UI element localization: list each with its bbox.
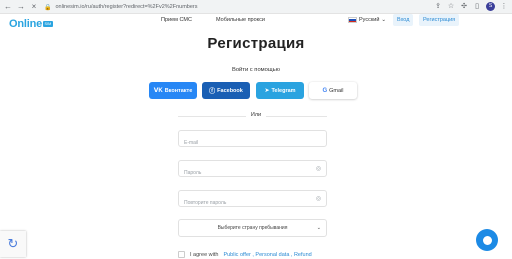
nav-receive-sms[interactable]: Прием СМС xyxy=(161,17,192,23)
facebook-label: Facebook xyxy=(217,87,243,94)
chevron-down-icon: ⌄ xyxy=(316,225,321,231)
sidebar-icon[interactable]: ▯ xyxy=(473,2,481,11)
gmail-label: Gmail xyxy=(329,87,344,94)
forward-icon[interactable]: → xyxy=(16,2,26,12)
browser-toolbar: ← → × 🔒 onlinesim.io/ru/auth/register?re… xyxy=(0,0,512,14)
language-selector[interactable]: Русский ⌄ xyxy=(348,17,386,23)
repeat-password-input[interactable] xyxy=(179,195,326,211)
eye-slash-icon[interactable]: ◎ xyxy=(316,195,321,202)
telegram-icon: ➤ xyxy=(264,88,270,94)
recaptcha-badge[interactable]: ↻ xyxy=(0,231,26,257)
logo-text: Online xyxy=(9,18,43,30)
telegram-button[interactable]: ➤ Telegram xyxy=(256,82,304,99)
language-label: Русский xyxy=(359,17,380,23)
share-icon[interactable]: ⇪ xyxy=(434,2,442,11)
gmail-button[interactable]: G Gmail xyxy=(309,82,357,99)
agree-text: I agree with xyxy=(190,251,219,258)
login-with-label: Войти с помощью xyxy=(231,67,281,73)
menu-icon[interactable]: ⋮ xyxy=(500,2,508,11)
vk-label: Вконтакте xyxy=(164,87,193,94)
register-button[interactable]: Регистрация xyxy=(419,14,460,26)
agreement-row: I agree with Public offer , Personal dat… xyxy=(178,251,312,258)
vk-button[interactable]: ᐯK Вконтакте xyxy=(149,82,197,99)
agree-links[interactable]: Public offer , Personal data , Refund xyxy=(223,252,311,258)
password-input[interactable] xyxy=(179,165,326,181)
profile-icon[interactable]: S xyxy=(486,2,495,11)
email-input[interactable] xyxy=(179,135,326,151)
repeat-password-field[interactable]: ◎ xyxy=(178,190,327,211)
lock-icon[interactable]: 🔒 xyxy=(44,4,51,11)
back-icon[interactable]: ← xyxy=(3,2,13,12)
telegram-label: Telegram xyxy=(271,87,296,94)
chat-bubble-icon xyxy=(482,235,492,245)
site-header: Online SIM Прием СМС Мобильные прокси Ру… xyxy=(0,14,512,32)
email-field[interactable] xyxy=(178,130,327,151)
country-select-value: Выберите страну пребывания xyxy=(217,225,288,231)
recaptcha-icon: ↻ xyxy=(7,236,19,251)
nav-mobile-proxy[interactable]: Мобильные прокси xyxy=(216,17,265,23)
google-icon: G xyxy=(322,87,328,94)
login-button[interactable]: Вход xyxy=(393,14,414,26)
facebook-button[interactable]: ⓕ Facebook xyxy=(202,82,250,99)
url-text[interactable]: onlinesim.io/ru/auth/register?redirect=%… xyxy=(55,4,197,10)
puzzle-icon[interactable]: ✣ xyxy=(460,2,468,11)
facebook-icon: ⓕ xyxy=(209,89,216,95)
or-label: Или xyxy=(245,112,267,118)
eye-slash-icon[interactable]: ◎ xyxy=(316,165,321,172)
logo-badge: SIM xyxy=(43,21,53,27)
star-icon[interactable]: ☆ xyxy=(447,2,455,11)
chevron-down-icon: ⌄ xyxy=(381,17,387,23)
password-field[interactable]: ◎ xyxy=(178,160,327,181)
russia-flag-icon xyxy=(348,17,357,23)
agree-checkbox[interactable] xyxy=(178,251,185,258)
address-bar[interactable]: 🔒 onlinesim.io/ru/auth/register?redirect… xyxy=(44,2,432,12)
country-select[interactable]: Выберите страну пребывания ⌄ xyxy=(178,219,327,237)
logo[interactable]: Online SIM xyxy=(9,18,53,30)
page-title: Регистрация xyxy=(207,35,305,52)
vk-icon: ᐯK xyxy=(153,88,163,94)
reload-icon[interactable]: × xyxy=(29,2,39,12)
chat-button[interactable] xyxy=(476,229,498,251)
